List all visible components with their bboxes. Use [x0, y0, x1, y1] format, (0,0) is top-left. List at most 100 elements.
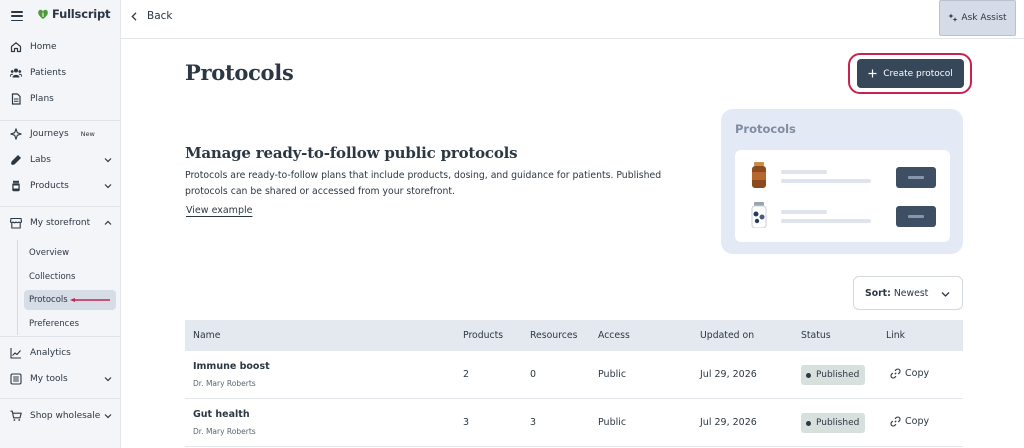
- sidebar-item-label: My storefront: [30, 218, 91, 228]
- sidebar-item-analytics[interactable]: Analytics: [0, 341, 121, 365]
- protocols-illustration: Protocols: [721, 109, 963, 254]
- create-protocol-button[interactable]: Create protocol: [857, 59, 964, 88]
- placeholder-line: [781, 179, 871, 183]
- copy-label: Copy: [905, 416, 930, 427]
- supplement-bottle-icon: [751, 202, 767, 228]
- chevron-down-icon: [104, 414, 112, 419]
- back-label: Back: [147, 10, 173, 22]
- section-description: Protocols are ready-to-follow plans that…: [185, 170, 662, 197]
- sidebar-divider: [0, 120, 121, 121]
- top-bar: Back Ask Assist: [121, 0, 1024, 39]
- table-row[interactable]: Immune boost Dr. Mary Roberts 2 0 Public…: [185, 351, 963, 399]
- view-example-link[interactable]: View example: [186, 205, 252, 216]
- protocol-author: Dr. Mary Roberts: [193, 427, 256, 436]
- ask-assist-button[interactable]: Ask Assist: [939, 0, 1016, 36]
- column-header-products[interactable]: Products: [463, 320, 503, 351]
- sidebar-item-plans[interactable]: Plans: [0, 87, 121, 111]
- protocol-author: Dr. Mary Roberts: [193, 379, 256, 388]
- chevron-down-icon: [104, 377, 112, 382]
- sidebar-subitem-preferences[interactable]: Preferences: [24, 314, 116, 334]
- products-count: 3: [463, 417, 470, 428]
- leaf-heart-icon: [38, 9, 48, 19]
- illustration-title: Protocols: [735, 122, 796, 136]
- status-label: Published: [816, 370, 860, 380]
- sidebar-subitem-overview[interactable]: Overview: [24, 243, 116, 263]
- column-header-status[interactable]: Status: [801, 320, 831, 351]
- ask-assist-label: Ask Assist: [961, 13, 1007, 23]
- sidebar-item-label: Shop wholesale: [30, 411, 101, 421]
- sidebar-item-my-tools[interactable]: My tools: [0, 367, 121, 391]
- link-icon: [890, 368, 901, 379]
- column-header-name[interactable]: Name: [193, 320, 220, 351]
- protocol-name[interactable]: Immune boost: [193, 361, 270, 372]
- sort-label: Sort:: [865, 287, 891, 299]
- analytics-icon: [10, 348, 21, 359]
- sidebar-divider: [0, 336, 121, 337]
- sidebar-item-shop-wholesale[interactable]: Shop wholesale: [0, 404, 121, 428]
- access-value: Public: [598, 417, 627, 428]
- menu-icon[interactable]: [11, 10, 23, 22]
- table-row[interactable]: Gut health Dr. Mary Roberts 3 3 Public J…: [185, 399, 963, 447]
- sidebar-item-journeys[interactable]: Journeys New: [0, 122, 121, 146]
- sidebar-item-label: My tools: [30, 374, 68, 384]
- column-header-link: Link: [886, 330, 906, 341]
- new-badge: New: [80, 130, 95, 138]
- sidebar-item-label: Home: [30, 42, 57, 52]
- column-header-access[interactable]: Access: [598, 320, 630, 351]
- sidebar-item-labs[interactable]: Labs: [0, 148, 121, 172]
- storefront-icon: [10, 217, 22, 229]
- labs-icon: [11, 155, 21, 165]
- sidebar-item-label: Plans: [30, 94, 54, 104]
- sparkle-icon: [948, 13, 958, 22]
- cart-icon: [10, 410, 22, 421]
- chevron-up-icon: [104, 220, 112, 225]
- fullscript-logo[interactable]: Fullscript: [37, 7, 111, 21]
- copy-link-button[interactable]: Copy: [890, 368, 929, 379]
- placeholder-line: [781, 170, 827, 174]
- sort-dropdown[interactable]: Sort: Newest: [853, 276, 963, 310]
- sort-value: Newest: [893, 287, 929, 299]
- tools-icon: [10, 373, 22, 385]
- sidebar-item-label: Patients: [30, 68, 67, 78]
- sidebar-divider: [0, 206, 121, 207]
- access-value: Public: [598, 369, 627, 380]
- chevron-down-icon: [104, 184, 112, 189]
- resources-count: 0: [530, 369, 537, 380]
- sidebar-item-products[interactable]: Products: [0, 174, 121, 198]
- protocol-name[interactable]: Gut health: [193, 409, 250, 420]
- sidebar-divider: [0, 398, 121, 399]
- red-arrow-annotation: [70, 298, 110, 302]
- sidebar-subitem-collections[interactable]: Collections: [24, 267, 116, 287]
- updated-on-value: Jul 29, 2026: [700, 417, 757, 428]
- products-count: 2: [463, 369, 470, 380]
- sidebar-item-patients[interactable]: Patients: [0, 61, 121, 85]
- status-dot: [806, 372, 811, 378]
- link-icon: [890, 416, 901, 427]
- copy-label: Copy: [905, 368, 930, 379]
- placeholder-button: [896, 206, 936, 227]
- status-dot: [806, 420, 811, 426]
- status-badge: Published: [801, 365, 866, 385]
- supplement-bottle-icon: [752, 162, 766, 188]
- patients-icon: [10, 68, 22, 78]
- submenu-guide-line: [17, 240, 18, 335]
- create-protocol-label: Create protocol: [883, 68, 953, 79]
- sidebar-item-home[interactable]: Home: [0, 35, 121, 59]
- copy-link-button[interactable]: Copy: [890, 416, 929, 427]
- sidebar-item-my-storefront[interactable]: My storefront: [0, 211, 121, 235]
- table-header: Name Products Resources Access Updated o…: [185, 320, 963, 351]
- journeys-icon: [10, 128, 22, 140]
- sidebar: Fullscript Home Patients Plans Journeys …: [0, 0, 121, 448]
- back-button[interactable]: Back: [131, 10, 173, 22]
- sidebar-item-label: Products: [30, 181, 69, 191]
- placeholder-button: [896, 167, 936, 188]
- status-label: Published: [816, 418, 860, 428]
- column-header-resources[interactable]: Resources: [530, 320, 577, 351]
- page-title: Protocols: [185, 60, 294, 85]
- brand-name: Fullscript: [52, 7, 111, 21]
- column-header-updated-on[interactable]: Updated on: [700, 320, 754, 351]
- sidebar-item-label: Journeys: [30, 129, 69, 139]
- placeholder-line: [781, 219, 871, 223]
- plans-icon: [11, 93, 21, 105]
- chevron-left-icon: [131, 11, 137, 21]
